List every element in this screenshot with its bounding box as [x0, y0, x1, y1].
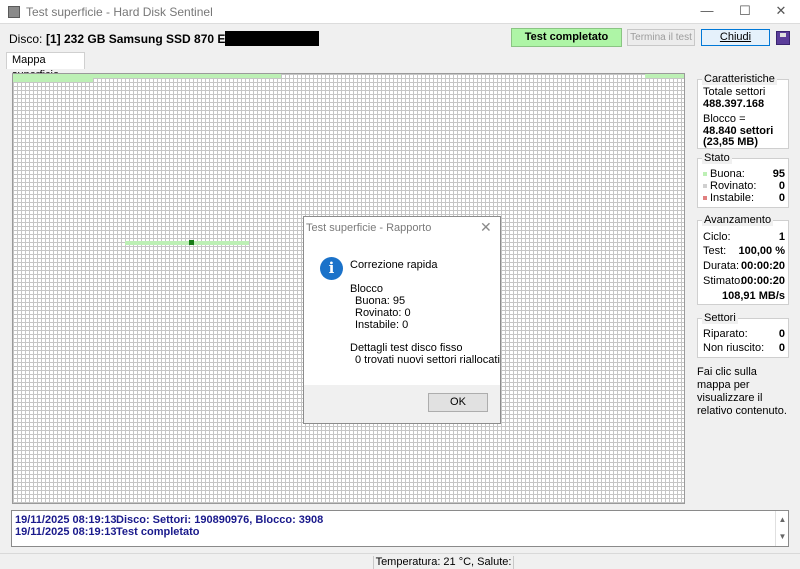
damaged-legend-icon	[703, 184, 707, 189]
cycle-value: 1	[778, 231, 785, 243]
good-blocks	[125, 241, 249, 245]
dialog-damaged: Rovinato: 0	[355, 307, 411, 319]
speed-value: 108,91 MB/s	[722, 290, 785, 302]
dialog-title: Test superficie - Rapporto	[306, 222, 432, 234]
estimated-row: Stimato: 00:00:20	[703, 275, 785, 287]
repaired-row: Riparato: 0	[703, 328, 785, 340]
dialog-footer: OK	[304, 385, 500, 423]
progress-panel: Avanzamento Ciclo: 1 Test: 100,00 % Dura…	[697, 214, 789, 305]
map-hint-text: Fai clic sulla mappa per visualizzare il…	[697, 366, 787, 417]
duration-row: Durata: 00:00:20	[703, 260, 785, 272]
total-sectors-value: 488.397.168	[703, 98, 765, 110]
failed-label: Non riuscito:	[703, 342, 765, 354]
dialog-close-icon[interactable]: ✕	[480, 219, 492, 236]
log-entry: 19/11/2025 08:19:13Test completato	[15, 526, 200, 538]
progress-title: Avanzamento	[702, 214, 774, 226]
maximize-button[interactable]: ☐	[728, 0, 762, 24]
dialog-unstable: Instabile: 0	[355, 319, 409, 331]
redacted-serial	[225, 31, 319, 46]
disk-label: Disco:	[9, 32, 43, 46]
state-good-row: Buona: 95	[703, 168, 785, 180]
test-label: Test:	[703, 245, 727, 257]
stop-test-button[interactable]: Termina il test	[627, 29, 695, 46]
characteristics-title: Caratteristiche	[702, 73, 777, 85]
unstable-legend-icon	[703, 196, 707, 201]
repaired-value: 0	[778, 328, 785, 340]
test-status-button[interactable]: Test completato	[511, 28, 622, 47]
state-panel: Stato Buona: 95 Rovinato: 0 Instabile: 0	[697, 152, 789, 208]
log-time: 19/11/2025 08:19:13	[15, 526, 117, 538]
state-damaged-label: Rovinato:	[710, 180, 757, 192]
close-window-button[interactable]: ✕	[764, 0, 798, 24]
estimated-value: 00:00:20	[740, 275, 785, 287]
close-button[interactable]: Chiudi	[701, 29, 770, 46]
total-sectors-label: Totale settori	[703, 86, 766, 98]
dialog-details-text: 0 trovati nuovi settori riallocati	[355, 354, 500, 366]
cycle-label: Ciclo:	[703, 231, 731, 243]
ok-button[interactable]: OK	[428, 393, 488, 412]
test-value: 100,00 %	[738, 245, 785, 257]
log-time: 19/11/2025 08:19:13	[15, 514, 117, 526]
block-label: Blocco =	[703, 113, 746, 125]
app-icon	[8, 6, 20, 18]
dialog-heading: Correzione rapida	[350, 259, 438, 271]
failed-value: 0	[778, 342, 785, 354]
log-entry: 19/11/2025 08:19:13Disco: Settori: 19089…	[15, 514, 323, 526]
log-scrollbar[interactable]: ▲ ▼	[775, 511, 788, 546]
minimize-button[interactable]: —	[690, 0, 724, 24]
tab-surface-map[interactable]: Mappa superficie	[6, 52, 85, 81]
disk-toolbar: Disco: [1] 232 GB Samsung SSD 870 EVO 25…	[0, 24, 800, 51]
dialog-details-heading: Dettagli test disco fisso	[350, 342, 463, 354]
estimated-label: Stimato:	[703, 275, 744, 287]
dialog-good: Buona: 95	[355, 295, 406, 307]
good-blocks	[13, 78, 93, 82]
current-block	[189, 240, 194, 245]
duration-value: 00:00:20	[740, 260, 785, 272]
characteristics-panel: Caratteristiche Totale settori 488.397.1…	[697, 73, 789, 149]
temperature-health-status: Temperatura: 21 °C, Salute: 76 %	[373, 556, 514, 569]
log-message: Test completato	[116, 526, 200, 538]
state-damaged-value: 0	[778, 180, 785, 192]
scroll-down-icon[interactable]: ▼	[776, 528, 789, 545]
state-unstable-label: Instabile:	[710, 192, 755, 204]
floppy-disk-icon[interactable]	[776, 31, 790, 45]
log-panel[interactable]: 19/11/2025 08:19:13Disco: Settori: 19089…	[11, 510, 789, 547]
good-blocks	[645, 74, 684, 78]
log-message: Disco: Settori: 190890976, Blocco: 3908	[116, 514, 324, 526]
repaired-label: Riparato:	[703, 328, 748, 340]
info-icon: i	[320, 257, 343, 280]
state-damaged-row: Rovinato: 0	[703, 180, 785, 192]
state-title: Stato	[702, 152, 732, 164]
state-unstable-row: Instabile: 0	[703, 192, 785, 204]
cycle-row: Ciclo: 1	[703, 231, 785, 243]
state-unstable-value: 0	[778, 192, 785, 204]
scroll-up-icon[interactable]: ▲	[776, 511, 789, 528]
sectors-title: Settori	[702, 312, 738, 324]
status-bar: Temperatura: 21 °C, Salute: 76 %	[0, 553, 800, 569]
report-dialog: Test superficie - Rapporto ✕ i Correzion…	[303, 216, 501, 424]
state-good-value: 95	[772, 168, 785, 180]
title-bar: Test superficie - Hard Disk Sentinel — ☐…	[0, 0, 800, 24]
close-button-label: Chiudi	[719, 31, 752, 43]
duration-label: Durata:	[703, 260, 740, 272]
dialog-block-heading: Blocco	[350, 283, 384, 295]
sectors-panel: Settori Riparato: 0 Non riuscito: 0	[697, 312, 789, 358]
good-legend-icon	[703, 172, 707, 177]
test-row: Test: 100,00 %	[703, 245, 785, 257]
block-size: (23,85 MB)	[703, 136, 759, 148]
state-good-label: Buona:	[710, 168, 745, 180]
failed-row: Non riuscito: 0	[703, 342, 785, 354]
window-title: Test superficie - Hard Disk Sentinel	[26, 5, 213, 19]
